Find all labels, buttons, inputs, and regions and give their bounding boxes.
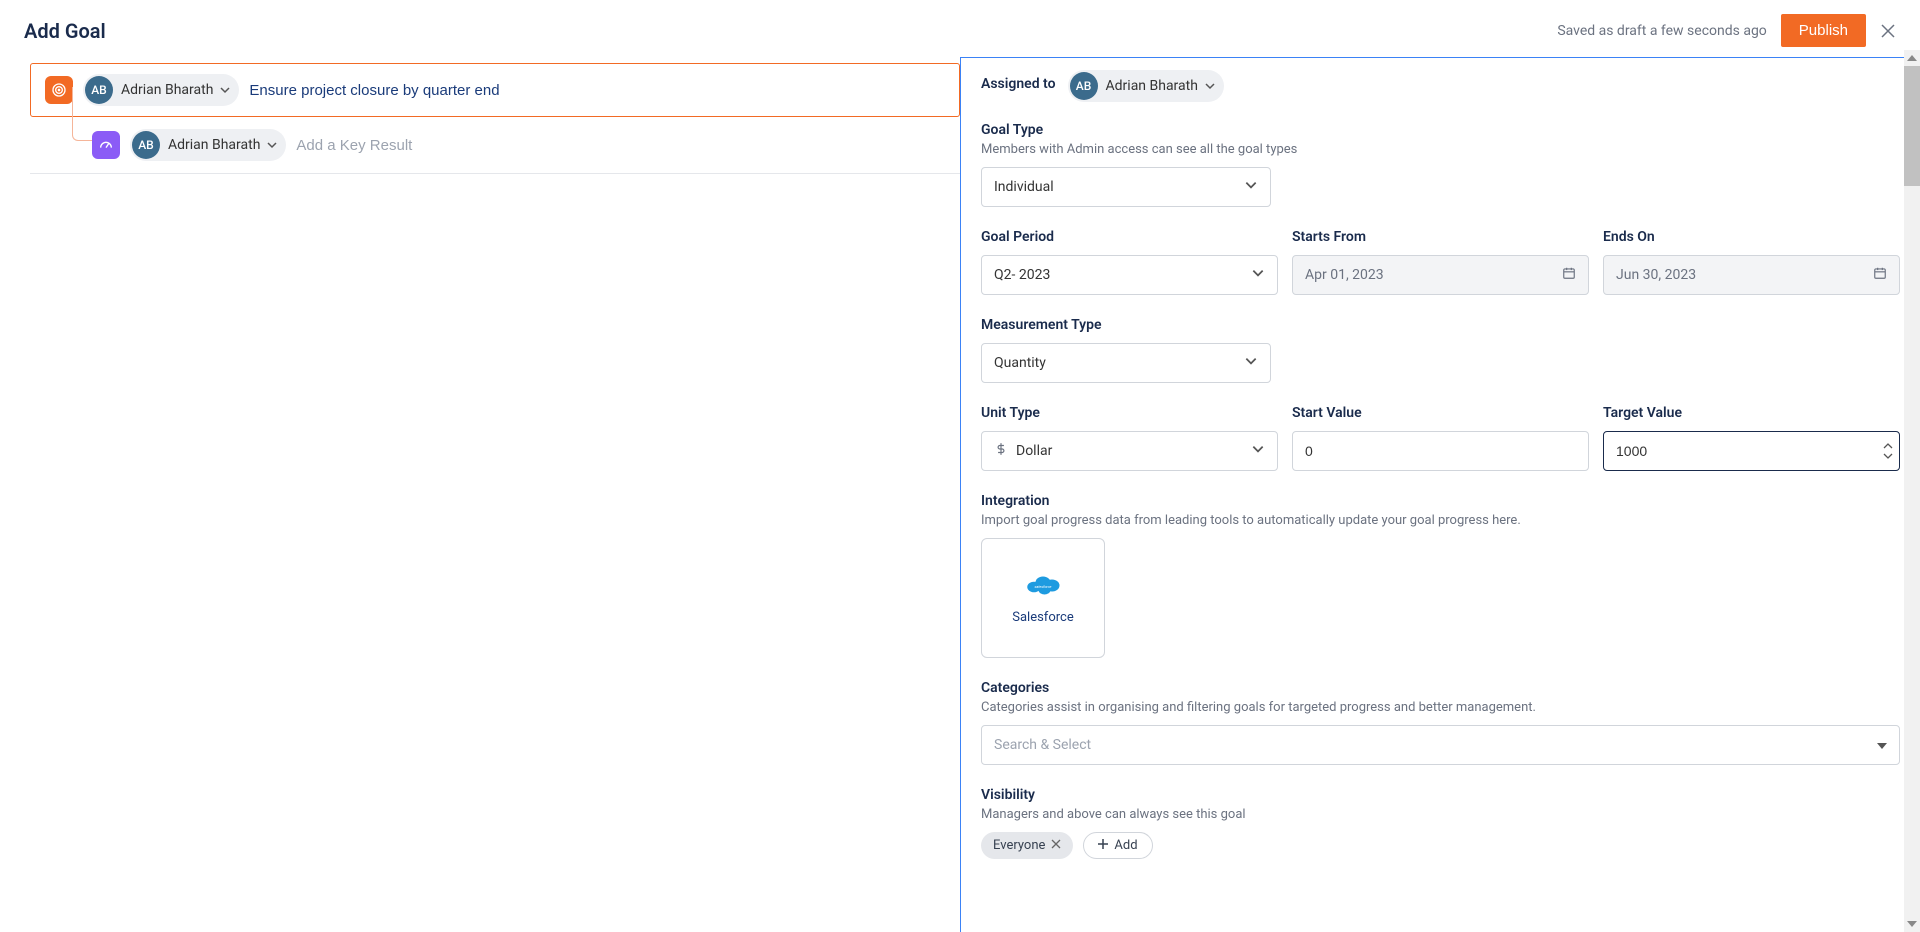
goal-period-label: Goal Period [981,229,1278,245]
select-value: Q2- 2023 [994,267,1050,283]
calendar-icon [1873,266,1887,284]
categories-select[interactable]: Search & Select [981,725,1900,765]
date-value: Apr 01, 2023 [1305,267,1384,283]
assigned-owner-chip[interactable]: AB Adrian Bharath [1068,70,1224,102]
visibility-everyone-chip[interactable]: Everyone [981,832,1073,859]
categories-label: Categories [981,680,1900,696]
ends-on-field: Jun 30, 2023 [1603,255,1900,295]
start-value-label: Start Value [1292,405,1589,421]
target-value-label: Target Value [1603,405,1900,421]
select-value: Dollar [1016,443,1052,459]
integration-desc: Import goal progress data from leading t… [981,513,1900,528]
avatar: AB [1070,72,1098,100]
plus-icon [1098,838,1108,853]
page-title: Add Goal [24,19,106,43]
goal-title-input[interactable] [249,82,945,99]
chevron-down-icon [1244,178,1258,196]
goal-owner-chip[interactable]: AB Adrian Bharath [83,74,239,106]
owner-name: Adrian Bharath [115,82,217,98]
saved-as-draft-text: Saved as draft a few seconds ago [1557,23,1766,39]
calendar-icon [1562,266,1576,284]
salesforce-icon: salesforce [1025,572,1061,596]
select-value: Individual [994,179,1054,195]
chevron-down-icon [219,84,231,96]
scrollbar[interactable] [1904,50,1920,932]
scroll-down-icon[interactable] [1904,916,1920,932]
header: Add Goal Saved as draft a few seconds ag… [0,0,1920,57]
goal-type-select[interactable]: Individual [981,167,1271,207]
gauge-icon [92,131,120,159]
starts-from-field: Apr 01, 2023 [1292,255,1589,295]
date-value: Jun 30, 2023 [1616,267,1696,283]
integration-name: Salesforce [1012,610,1073,625]
key-result-row[interactable]: AB Adrian Bharath [30,117,960,174]
publish-button[interactable]: Publish [1781,14,1866,47]
start-value-input[interactable] [1292,431,1589,471]
close-icon[interactable] [1880,23,1896,39]
chevron-down-icon [266,139,278,151]
select-value: Quantity [994,355,1046,371]
tree-connector [72,87,92,141]
ends-on-label: Ends On [1603,229,1900,245]
chevron-down-icon [1204,80,1216,92]
chevron-down-icon [1244,354,1258,372]
target-value-input[interactable] [1603,431,1900,471]
unit-type-select[interactable]: Dollar [981,431,1278,471]
target-icon [45,76,73,104]
dropdown-icon [1877,737,1887,753]
stepper-up-icon[interactable] [1882,442,1894,450]
unit-type-label: Unit Type [981,405,1278,421]
visibility-label: Visibility [981,787,1900,803]
chevron-down-icon [1251,266,1265,284]
remove-chip-icon[interactable] [1051,838,1061,853]
integration-label: Integration [981,493,1900,509]
left-panel: AB Adrian Bharath AB Adrian Bharath [0,57,960,932]
scroll-up-icon[interactable] [1904,50,1920,66]
stepper-down-icon[interactable] [1882,452,1894,460]
avatar: AB [132,131,160,159]
chevron-down-icon [1251,442,1265,460]
measurement-type-label: Measurement Type [981,317,1900,333]
goal-type-label: Goal Type [981,122,1900,138]
categories-desc: Categories assist in organising and filt… [981,700,1900,715]
goal-row[interactable]: AB Adrian Bharath [30,63,960,117]
categories-placeholder: Search & Select [994,737,1091,753]
dollar-icon [994,442,1008,460]
starts-from-label: Starts From [1292,229,1589,245]
svg-text:salesforce: salesforce [1035,584,1052,588]
goal-period-select[interactable]: Q2- 2023 [981,255,1278,295]
key-result-input[interactable] [296,137,946,154]
number-stepper[interactable] [1882,442,1894,460]
owner-name: Adrian Bharath [1100,78,1202,94]
kr-owner-chip[interactable]: AB Adrian Bharath [130,129,286,161]
salesforce-integration-card[interactable]: salesforce Salesforce [981,538,1105,658]
right-panel: Assigned to AB Adrian Bharath Goal Type … [960,57,1920,932]
add-label: Add [1114,838,1137,853]
owner-name: Adrian Bharath [162,137,264,153]
assigned-to-label: Assigned to [981,76,1056,92]
scroll-thumb[interactable] [1904,66,1920,186]
visibility-desc: Managers and above can always see this g… [981,807,1900,822]
goal-type-desc: Members with Admin access can see all th… [981,142,1900,157]
measurement-type-select[interactable]: Quantity [981,343,1271,383]
add-visibility-button[interactable]: Add [1083,832,1152,859]
chip-label: Everyone [993,838,1045,853]
